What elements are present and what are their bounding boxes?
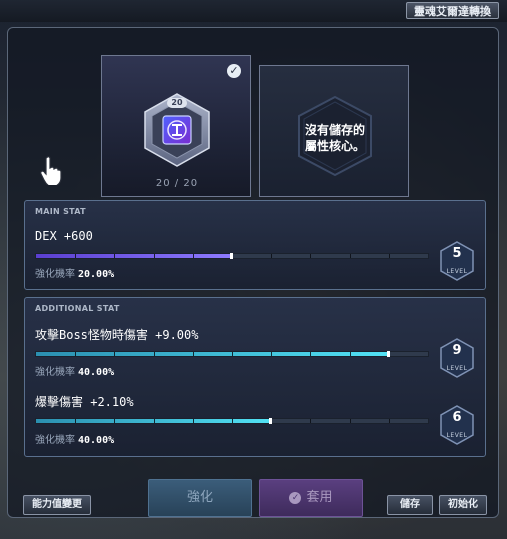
- progress-segment-divider: [192, 254, 194, 258]
- progress-segment-divider: [349, 419, 351, 423]
- no-stored-core-text: 沒有儲存的 屬性核心。: [260, 122, 410, 154]
- progress-segment-divider: [349, 352, 351, 356]
- progress-segment-divider: [153, 254, 155, 258]
- additional-stat-1-rate-value: 40.00%: [78, 367, 115, 378]
- progress-segment-divider: [310, 352, 312, 356]
- additional-stat-2-value: 爆擊傷害 +2.10%: [35, 395, 134, 409]
- progress-segment-divider: [153, 419, 155, 423]
- additional-stat-1-value: 攻擊Boss怪物時傷害 +9.00%: [35, 328, 199, 342]
- additional-stat-1-level-badge: 9 LEVEL: [439, 338, 475, 378]
- stored-core-card[interactable]: 沒有儲存的 屬性核心。: [259, 65, 409, 197]
- change-stat-button[interactable]: 能力值變更: [23, 495, 91, 515]
- main-stat-label: MAIN STAT: [35, 207, 86, 216]
- check-circle-icon: ✓: [289, 491, 302, 504]
- progress-segment-divider: [388, 419, 390, 423]
- check-icon: ✓: [227, 64, 241, 78]
- core-count: 20 / 20: [155, 178, 199, 189]
- progress-tip: [269, 418, 273, 424]
- no-stored-core-line1: 沒有儲存的: [304, 123, 365, 137]
- additional-stat-1-level: 9: [452, 343, 462, 358]
- additional-stat-2-rate: 強化機率 40.00%: [35, 431, 114, 446]
- progress-segment-divider: [75, 419, 77, 423]
- progress-segment-divider: [349, 254, 351, 258]
- progress-segment-divider: [192, 352, 194, 356]
- progress-segment-divider: [75, 254, 77, 258]
- additional-stat-1-rate-label: 強化機率: [35, 367, 75, 378]
- main-stat-level-caption: LEVEL: [446, 268, 468, 275]
- reset-button[interactable]: 初始化: [439, 495, 487, 515]
- progress-segment-divider: [271, 254, 273, 258]
- additional-stat-2-rate-label: 強化機率: [35, 435, 75, 446]
- progress-segment-divider: [388, 254, 390, 258]
- hand-cursor-icon: [40, 156, 62, 185]
- main-stat-level: 5: [452, 246, 462, 261]
- additional-stat-2-level-badge: 6 LEVEL: [439, 405, 475, 445]
- main-stat-section: MAIN STAT DEX +600 強化機率 20.00% 5 LEVEL: [24, 200, 486, 290]
- progress-tip: [386, 351, 390, 357]
- progress-segment-divider: [153, 352, 155, 356]
- additional-stat-1-progress-fill: [36, 352, 389, 356]
- soul-erda-convert-button[interactable]: 靈魂艾爾達轉換: [406, 2, 499, 19]
- main-stat-rate-value: 20.00%: [78, 269, 115, 280]
- progress-segment-divider: [192, 419, 194, 423]
- current-core-card[interactable]: ✓ 20 20 / 20: [101, 55, 251, 197]
- additional-stat-2-progress-bar: [35, 418, 429, 424]
- no-stored-core-line2: 屬性核心。: [304, 139, 365, 153]
- main-stat-progress-bar: [35, 253, 429, 259]
- core-level-badge: 20: [167, 98, 187, 108]
- additional-stat-1-level-caption: LEVEL: [446, 365, 468, 372]
- enhance-button[interactable]: 強化: [148, 479, 252, 517]
- main-stat-rate: 強化機率 20.00%: [35, 265, 114, 280]
- additional-stat-label: ADDITIONAL STAT: [35, 304, 120, 313]
- progress-segment-divider: [114, 254, 116, 258]
- main-stat-progress-fill: [36, 254, 232, 258]
- apply-button-label: 套用: [306, 490, 333, 505]
- apply-button[interactable]: ✓ 套用: [259, 479, 363, 517]
- additional-stat-section: ADDITIONAL STAT 攻擊Boss怪物時傷害 +9.00% 強化機率 4…: [24, 297, 486, 457]
- top-bar: 靈魂艾爾達轉換: [0, 0, 507, 22]
- progress-segment-divider: [310, 419, 312, 423]
- progress-segment-divider: [75, 352, 77, 356]
- progress-segment-divider: [232, 419, 233, 423]
- main-stat-rate-label: 強化機率: [35, 269, 75, 280]
- save-button[interactable]: 儲存: [387, 495, 433, 515]
- progress-segment-divider: [232, 352, 233, 356]
- progress-segment-divider: [310, 254, 312, 258]
- progress-segment-divider: [271, 352, 273, 356]
- additional-stat-1-rate: 強化機率 40.00%: [35, 363, 114, 378]
- progress-segment-divider: [114, 419, 116, 423]
- main-stat-level-badge: 5 LEVEL: [439, 241, 475, 281]
- additional-stat-1-progress-bar: [35, 351, 429, 357]
- main-stat-value: DEX +600: [35, 229, 93, 243]
- progress-segment-divider: [114, 352, 116, 356]
- additional-stat-2-level-caption: LEVEL: [446, 432, 468, 439]
- additional-stat-2-level: 6: [452, 410, 462, 425]
- progress-tip: [230, 253, 233, 259]
- additional-stat-2-rate-value: 40.00%: [78, 435, 115, 446]
